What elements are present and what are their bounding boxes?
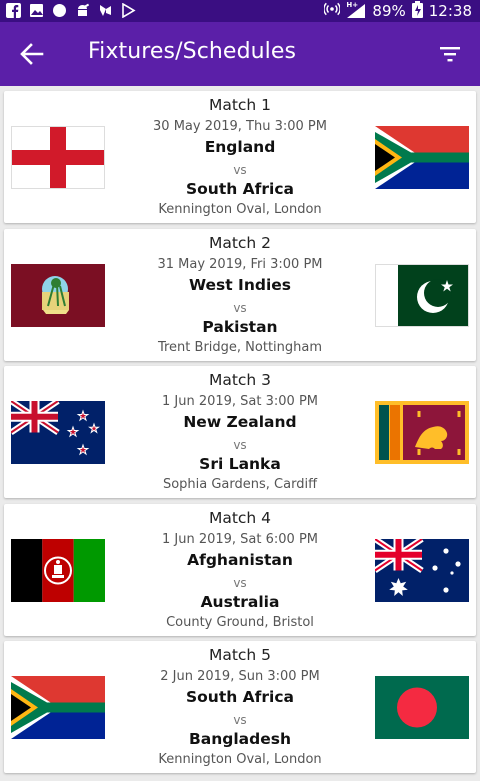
match-venue: Trent Bridge, Nottingham (157, 339, 323, 355)
team-home: South Africa (185, 688, 295, 706)
team-away: South Africa (185, 180, 295, 198)
match-card[interactable]: Match 1 30 May 2019, Thu 3:00 PM England vs… (4, 91, 476, 223)
versus-label: vs (233, 300, 247, 315)
match-venue: Kennington Oval, London (158, 202, 322, 217)
match-number: Match 5 (208, 646, 272, 664)
circle-icon (52, 3, 67, 18)
clock: 12:38 (428, 2, 472, 20)
arrow-left-icon[interactable] (18, 40, 46, 68)
match-number: Match 1 (208, 96, 272, 114)
facebook-icon (6, 3, 21, 18)
match-datetime: 30 May 2019, Thu 3:00 PM (153, 119, 327, 134)
pakistan-flag (375, 263, 469, 327)
versus-label: vs (233, 713, 247, 727)
match-venue: Kennington Oval, London (158, 752, 322, 767)
match-card[interactable]: Match 3 1 Jun 2019, Sat 3:00 PM New Zealan… (4, 366, 476, 498)
battery-icon (411, 0, 423, 22)
team-away: Australia (200, 592, 280, 611)
australia-flag (375, 538, 469, 602)
play-store-icon (121, 3, 136, 18)
afghanistan-flag (11, 538, 105, 602)
team-home: Afghanistan (187, 550, 293, 569)
west-indies-flag (11, 263, 105, 327)
page-title: Fixtures/Schedules (88, 39, 297, 64)
sri-lanka-flag (375, 401, 469, 464)
england-flag (11, 126, 105, 189)
network-type: H+ (346, 1, 359, 9)
versus-label: vs (233, 163, 247, 177)
match-card[interactable]: Match 5 2 Jun 2019, Sun 3:00 PM South Afri… (4, 641, 476, 773)
match-datetime: 1 Jun 2019, Sat 6:00 PM (161, 531, 319, 547)
match-datetime: 31 May 2019, Fri 3:00 PM (157, 256, 323, 272)
team-home: England (204, 138, 276, 156)
system-status: H+ 89% 12:38 (323, 0, 472, 22)
match-datetime: 1 Jun 2019, Sat 3:00 PM (161, 394, 319, 409)
south-africa-flag (11, 676, 105, 739)
team-away: Sri Lanka (199, 455, 281, 473)
cleaner-icon (98, 3, 113, 18)
match-venue: County Ground, Bristol (166, 614, 314, 630)
versus-label: vs (233, 438, 247, 452)
match-number: Match 3 (208, 371, 272, 389)
image-icon (29, 3, 44, 18)
fixtures-list[interactable]: Match 1 30 May 2019, Thu 3:00 PM England vs… (0, 86, 480, 781)
signal-icon: H+ (346, 1, 366, 19)
hotspot-icon (323, 1, 342, 21)
match-number: Match 2 (208, 233, 272, 252)
match-number: Match 4 (208, 508, 272, 527)
notification-icons (6, 3, 136, 18)
battery-percent: 89% (372, 2, 406, 20)
team-home: West Indies (188, 275, 292, 294)
team-away: Bangladesh (188, 730, 292, 748)
match-card[interactable]: Match 2 31 May 2019, Fri 3:00 PM West Indi… (4, 228, 476, 361)
team-away: Pakistan (202, 317, 278, 336)
team-home: New Zealand (183, 413, 297, 431)
match-datetime: 2 Jun 2019, Sun 3:00 PM (160, 669, 320, 684)
app-bar: Fixtures/Schedules (0, 22, 480, 86)
south-africa-flag (375, 126, 469, 189)
versus-label: vs (233, 575, 247, 590)
match-card[interactable]: Match 4 1 Jun 2019, Sat 6:00 PM Afghanista… (4, 503, 476, 636)
new-zealand-flag (11, 401, 105, 464)
bangladesh-flag (375, 676, 469, 739)
match-venue: Sophia Gardens, Cardiff (162, 477, 318, 492)
android-icon (75, 3, 90, 18)
filter-icon[interactable] (438, 42, 462, 66)
status-bar: H+ 89% 12:38 (0, 0, 480, 22)
